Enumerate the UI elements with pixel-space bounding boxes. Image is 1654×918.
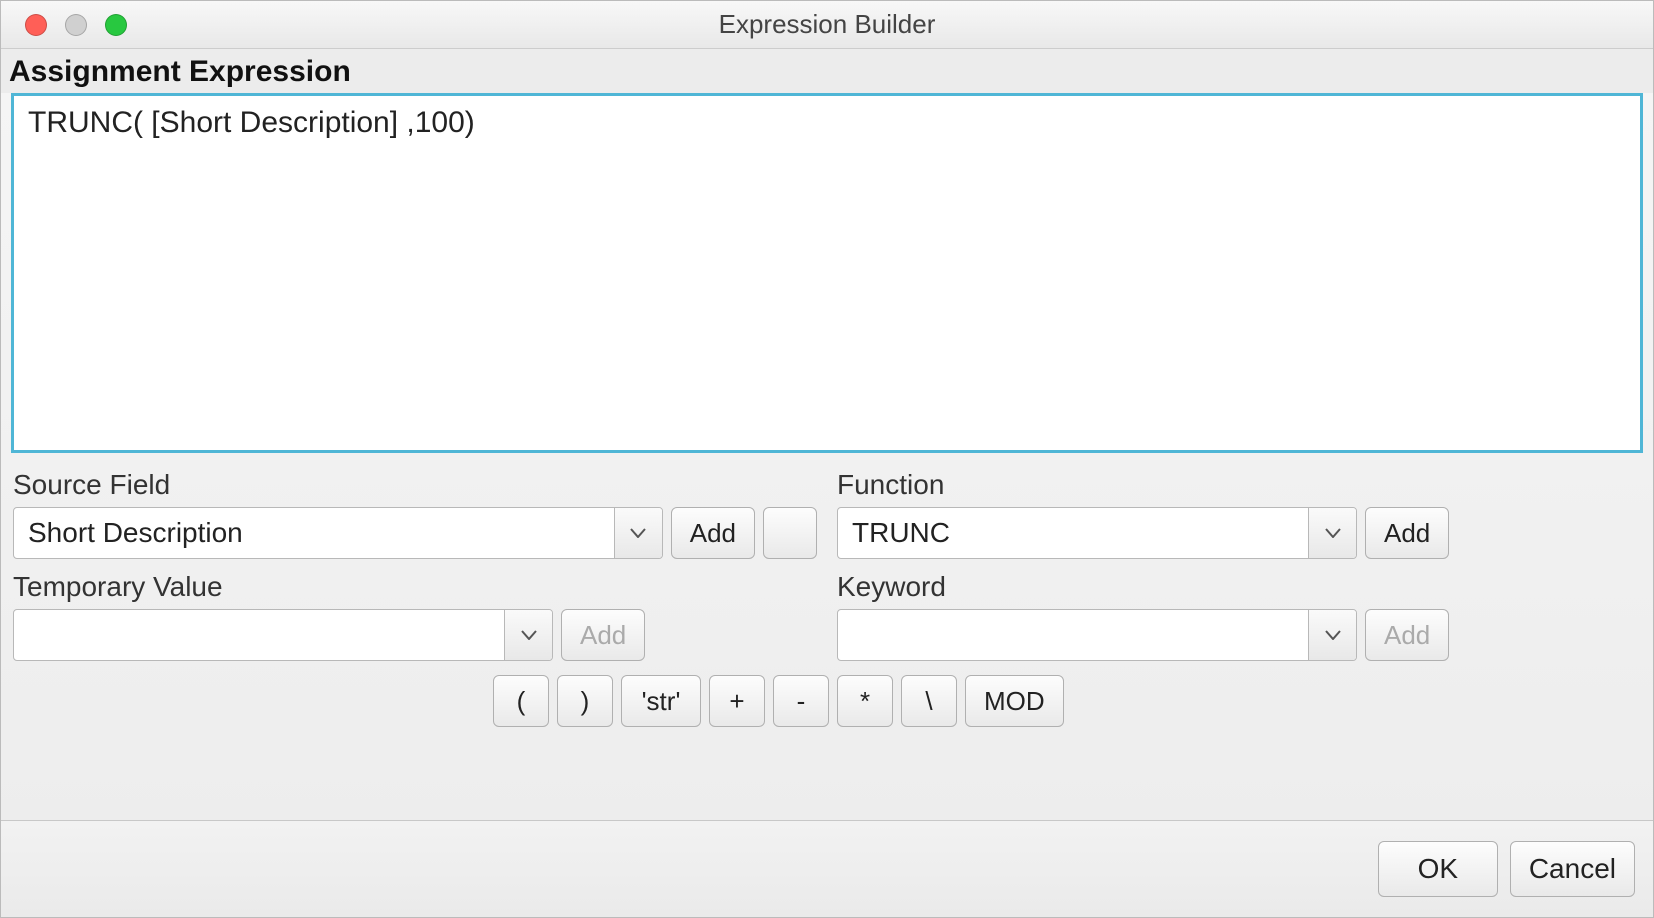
- str-literal-button[interactable]: 'str': [621, 675, 701, 727]
- source-field-label: Source Field: [13, 469, 817, 501]
- temporary-value-value: [14, 610, 504, 660]
- chevron-down-icon: [521, 630, 537, 640]
- keyword-value: [838, 610, 1308, 660]
- window-controls: [1, 14, 127, 36]
- source-field-extra-button[interactable]: [763, 507, 817, 559]
- expression-builder-window: Expression Builder Assignment Expression…: [0, 0, 1654, 918]
- keyword-cell: Keyword Add: [837, 571, 1641, 661]
- assignment-expression-label: Assignment Expression: [1, 49, 1653, 93]
- mod-button[interactable]: MOD: [965, 675, 1064, 727]
- temporary-value-cell: Temporary Value Add: [13, 571, 817, 661]
- temporary-value-label: Temporary Value: [13, 571, 817, 603]
- temporary-value-add-button: Add: [561, 609, 645, 661]
- cancel-button[interactable]: Cancel: [1510, 841, 1635, 897]
- keyword-dropdown-button[interactable]: [1308, 610, 1356, 660]
- temporary-value-combo[interactable]: [13, 609, 553, 661]
- expression-textarea[interactable]: [11, 93, 1643, 453]
- source-field-dropdown-button[interactable]: [614, 508, 662, 558]
- close-window-button[interactable]: [25, 14, 47, 36]
- chevron-down-icon: [1325, 630, 1341, 640]
- content-area: Assignment Expression Source Field Short…: [1, 49, 1653, 820]
- source-field-add-button[interactable]: Add: [671, 507, 755, 559]
- function-cell: Function TRUNC Add: [837, 469, 1641, 559]
- maximize-window-button[interactable]: [105, 14, 127, 36]
- backslash-button[interactable]: \: [901, 675, 957, 727]
- form-grid: Source Field Short Description Add Funct…: [1, 463, 1653, 661]
- keyword-label: Keyword: [837, 571, 1641, 603]
- chevron-down-icon: [630, 528, 646, 538]
- function-combo[interactable]: TRUNC: [837, 507, 1357, 559]
- operators-row: ( ) 'str' + - * \ MOD: [481, 661, 1653, 739]
- function-add-button[interactable]: Add: [1365, 507, 1449, 559]
- source-field-value: Short Description: [14, 508, 614, 558]
- function-label: Function: [837, 469, 1641, 501]
- chevron-down-icon: [1325, 528, 1341, 538]
- open-paren-button[interactable]: (: [493, 675, 549, 727]
- source-field-cell: Source Field Short Description Add: [13, 469, 817, 559]
- dialog-footer: OK Cancel: [1, 820, 1653, 917]
- plus-button[interactable]: +: [709, 675, 765, 727]
- minimize-window-button[interactable]: [65, 14, 87, 36]
- keyword-combo[interactable]: [837, 609, 1357, 661]
- close-paren-button[interactable]: ): [557, 675, 613, 727]
- ok-button[interactable]: OK: [1378, 841, 1498, 897]
- minus-button[interactable]: -: [773, 675, 829, 727]
- function-value: TRUNC: [838, 508, 1308, 558]
- function-dropdown-button[interactable]: [1308, 508, 1356, 558]
- multiply-button[interactable]: *: [837, 675, 893, 727]
- temporary-value-dropdown-button[interactable]: [504, 610, 552, 660]
- titlebar: Expression Builder: [1, 1, 1653, 49]
- window-title: Expression Builder: [1, 9, 1653, 40]
- source-field-combo[interactable]: Short Description: [13, 507, 663, 559]
- keyword-add-button: Add: [1365, 609, 1449, 661]
